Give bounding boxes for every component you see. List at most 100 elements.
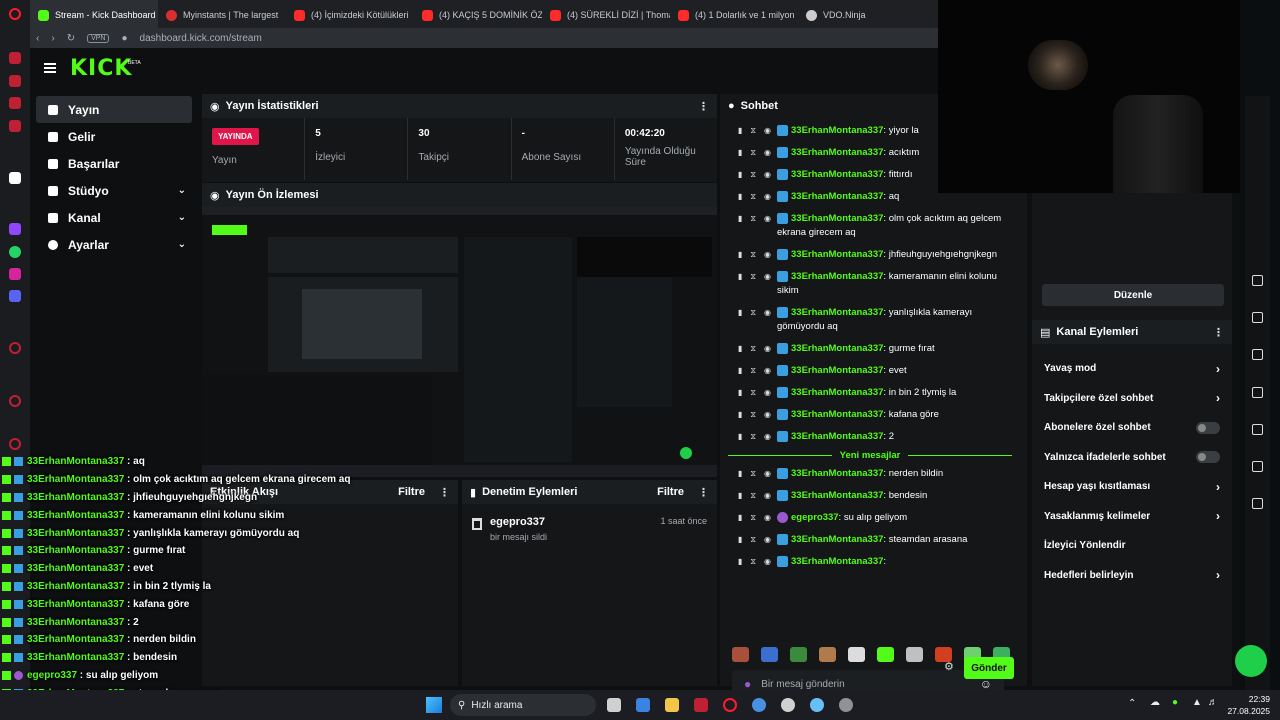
tab-youtube-2[interactable]: (4) KAÇIŞ 5 DOMİNİK ÖZ <box>414 0 542 30</box>
toggle-switch[interactable] <box>1196 451 1220 464</box>
sidebar-item-gelir[interactable]: Gelir <box>36 123 192 150</box>
url-field[interactable]: dashboard.kick.com/stream <box>140 33 262 44</box>
timeout-icon[interactable]: ⧖ <box>750 212 756 240</box>
instagram-side-icon[interactable] <box>9 268 21 280</box>
timeout-icon[interactable]: ⧖ <box>750 190 756 204</box>
timeout-icon[interactable]: ⧖ <box>750 408 756 422</box>
trash-icon[interactable]: ▮ <box>738 124 742 138</box>
player-icon[interactable] <box>9 342 21 354</box>
tab-youtube-4[interactable]: (4) 1 Dolarlık ve 1 milyon <box>670 0 798 30</box>
chat-username[interactable]: 33ErhanMontana337 <box>791 490 883 501</box>
broadcast-rail-icon[interactable] <box>1252 387 1263 398</box>
task-view-icon[interactable] <box>607 698 621 712</box>
trash-icon[interactable]: ▮ <box>738 386 742 400</box>
shield-icon[interactable]: ◉ <box>764 467 771 481</box>
app-red-icon[interactable] <box>694 698 708 712</box>
lightning-icon[interactable] <box>1252 275 1263 286</box>
trash-icon[interactable]: ▮ <box>738 270 742 298</box>
taskbar-search[interactable]: ⚲ Hızlı arama <box>450 694 596 716</box>
chat-username[interactable]: 33ErhanMontana337 <box>791 387 883 398</box>
chat-username[interactable]: 33ErhanMontana337 <box>791 249 883 260</box>
channel-action-item[interactable]: Yasaklanmış kelimeler › <box>1032 502 1232 532</box>
chat-username[interactable]: 33ErhanMontana337 <box>791 213 883 224</box>
stream-preview-video[interactable] <box>202 207 717 477</box>
vpn-badge[interactable]: VPN <box>87 33 110 43</box>
discord-icon[interactable] <box>9 290 21 302</box>
history-icon[interactable] <box>9 395 21 407</box>
channel-action-item[interactable]: Abonelere özel sohbet <box>1032 413 1232 443</box>
file-explorer-icon[interactable] <box>665 698 679 712</box>
chat-username[interactable]: 33ErhanMontana337 <box>791 468 883 479</box>
timeout-icon[interactable]: ⧖ <box>750 146 756 160</box>
toggle-switch[interactable] <box>1196 421 1220 434</box>
shield-icon[interactable]: ◉ <box>764 306 771 334</box>
timeout-icon[interactable]: ⧖ <box>750 511 756 525</box>
chrome-icon[interactable] <box>752 698 766 712</box>
trash-icon[interactable]: ▮ <box>738 342 742 356</box>
timeout-icon[interactable]: ⧖ <box>750 124 756 138</box>
send-button[interactable]: Gönder <box>964 657 1014 679</box>
timeout-icon[interactable]: ⧖ <box>750 306 756 334</box>
emote-icon[interactable] <box>761 647 778 662</box>
trash-icon[interactable]: ▮ <box>738 555 742 569</box>
chat-username[interactable]: 33ErhanMontana337 <box>791 556 883 567</box>
timeout-icon[interactable]: ⧖ <box>750 489 756 503</box>
chat-username[interactable]: 33ErhanMontana337 <box>791 169 883 180</box>
more-icon[interactable]: ⋮ <box>698 486 709 499</box>
news-icon[interactable] <box>9 75 21 87</box>
document-icon[interactable] <box>1252 312 1263 323</box>
channel-action-item[interactable]: Takipçilere özel sohbet › <box>1032 384 1232 414</box>
sidebar-item-studyo[interactable]: Stüdyo ⌄ <box>36 177 192 204</box>
emote-icon[interactable] <box>790 647 807 662</box>
tab-youtube-1[interactable]: (4) İçimizdeki Kötülükleri <box>286 0 414 30</box>
sidebar-item-ayarlar[interactable]: Ayarlar ⌄ <box>36 231 192 258</box>
discord-taskbar-icon[interactable] <box>839 698 853 712</box>
timeout-icon[interactable]: ⧖ <box>750 364 756 378</box>
chat-username[interactable]: 33ErhanMontana337 <box>791 307 883 318</box>
shield-icon[interactable]: ◉ <box>764 489 771 503</box>
chat-username[interactable]: 33ErhanMontana337 <box>791 431 883 442</box>
shield-icon[interactable]: ◉ <box>764 364 771 378</box>
chat-settings-gear-icon[interactable]: ⚙ <box>944 660 954 673</box>
kick-logo[interactable]: KICK <box>70 56 132 81</box>
tab-youtube-3[interactable]: (4) SÜREKLİ DİZİ | Thoma <box>542 0 670 30</box>
timeout-icon[interactable]: ⧖ <box>750 555 756 569</box>
mic-tray-icon[interactable]: ● <box>1172 697 1178 708</box>
twitch-icon[interactable] <box>9 223 21 235</box>
trash-icon[interactable]: ▮ <box>738 430 742 444</box>
emoji-icon[interactable]: ☺ <box>980 677 992 691</box>
more-icon[interactable]: ⋮ <box>1213 326 1224 339</box>
trash-icon[interactable]: ▮ <box>738 190 742 204</box>
settings-side-icon[interactable] <box>9 438 21 450</box>
chat-message-list[interactable]: ▮ ⧖ ◉ 33ErhanMontana337: yiyor la ▮ ⧖ ◉ 33Erhan… <box>720 120 1020 642</box>
emote-icon[interactable] <box>819 647 836 662</box>
reload-icon[interactable]: ↻ <box>67 33 75 44</box>
apps-icon[interactable] <box>1252 498 1263 509</box>
shield-icon[interactable]: ◉ <box>764 270 771 298</box>
chat-username[interactable]: 33ErhanMontana337 <box>791 125 883 136</box>
activity-filter-button[interactable]: Filtre <box>398 486 425 498</box>
emote-icon[interactable] <box>732 647 749 662</box>
taskbar-clock[interactable]: 22:39 27.08.2025 <box>1222 693 1270 717</box>
timeout-icon[interactable]: ⧖ <box>750 168 756 182</box>
timeout-icon[interactable]: ⧖ <box>750 467 756 481</box>
chat-username[interactable]: 33ErhanMontana337 <box>791 343 883 354</box>
trash-icon[interactable]: ▮ <box>738 212 742 240</box>
music-icon[interactable] <box>9 120 21 132</box>
windows-start-icon[interactable] <box>426 697 442 713</box>
shield-icon[interactable]: ◉ <box>764 124 771 138</box>
trash-icon[interactable]: ▮ <box>738 408 742 422</box>
wifi-icon[interactable]: ▲ <box>1192 697 1202 708</box>
emote-icon[interactable] <box>848 647 865 662</box>
timeout-icon[interactable]: ⧖ <box>750 270 756 298</box>
cloud-icon[interactable]: ☁ <box>1150 697 1160 708</box>
timeout-icon[interactable]: ⧖ <box>750 430 756 444</box>
tray-chevron-icon[interactable]: ⌃ <box>1128 698 1136 709</box>
shield-icon[interactable]: ◉ <box>764 555 771 569</box>
chat-username[interactable]: 33ErhanMontana337 <box>791 191 883 202</box>
emote-icon[interactable] <box>906 647 923 662</box>
trash-icon[interactable]: ▮ <box>738 511 742 525</box>
chat-message-input[interactable] <box>761 678 970 690</box>
chat-username[interactable]: egepro337 <box>791 512 839 523</box>
instagram-icon[interactable] <box>9 97 21 109</box>
